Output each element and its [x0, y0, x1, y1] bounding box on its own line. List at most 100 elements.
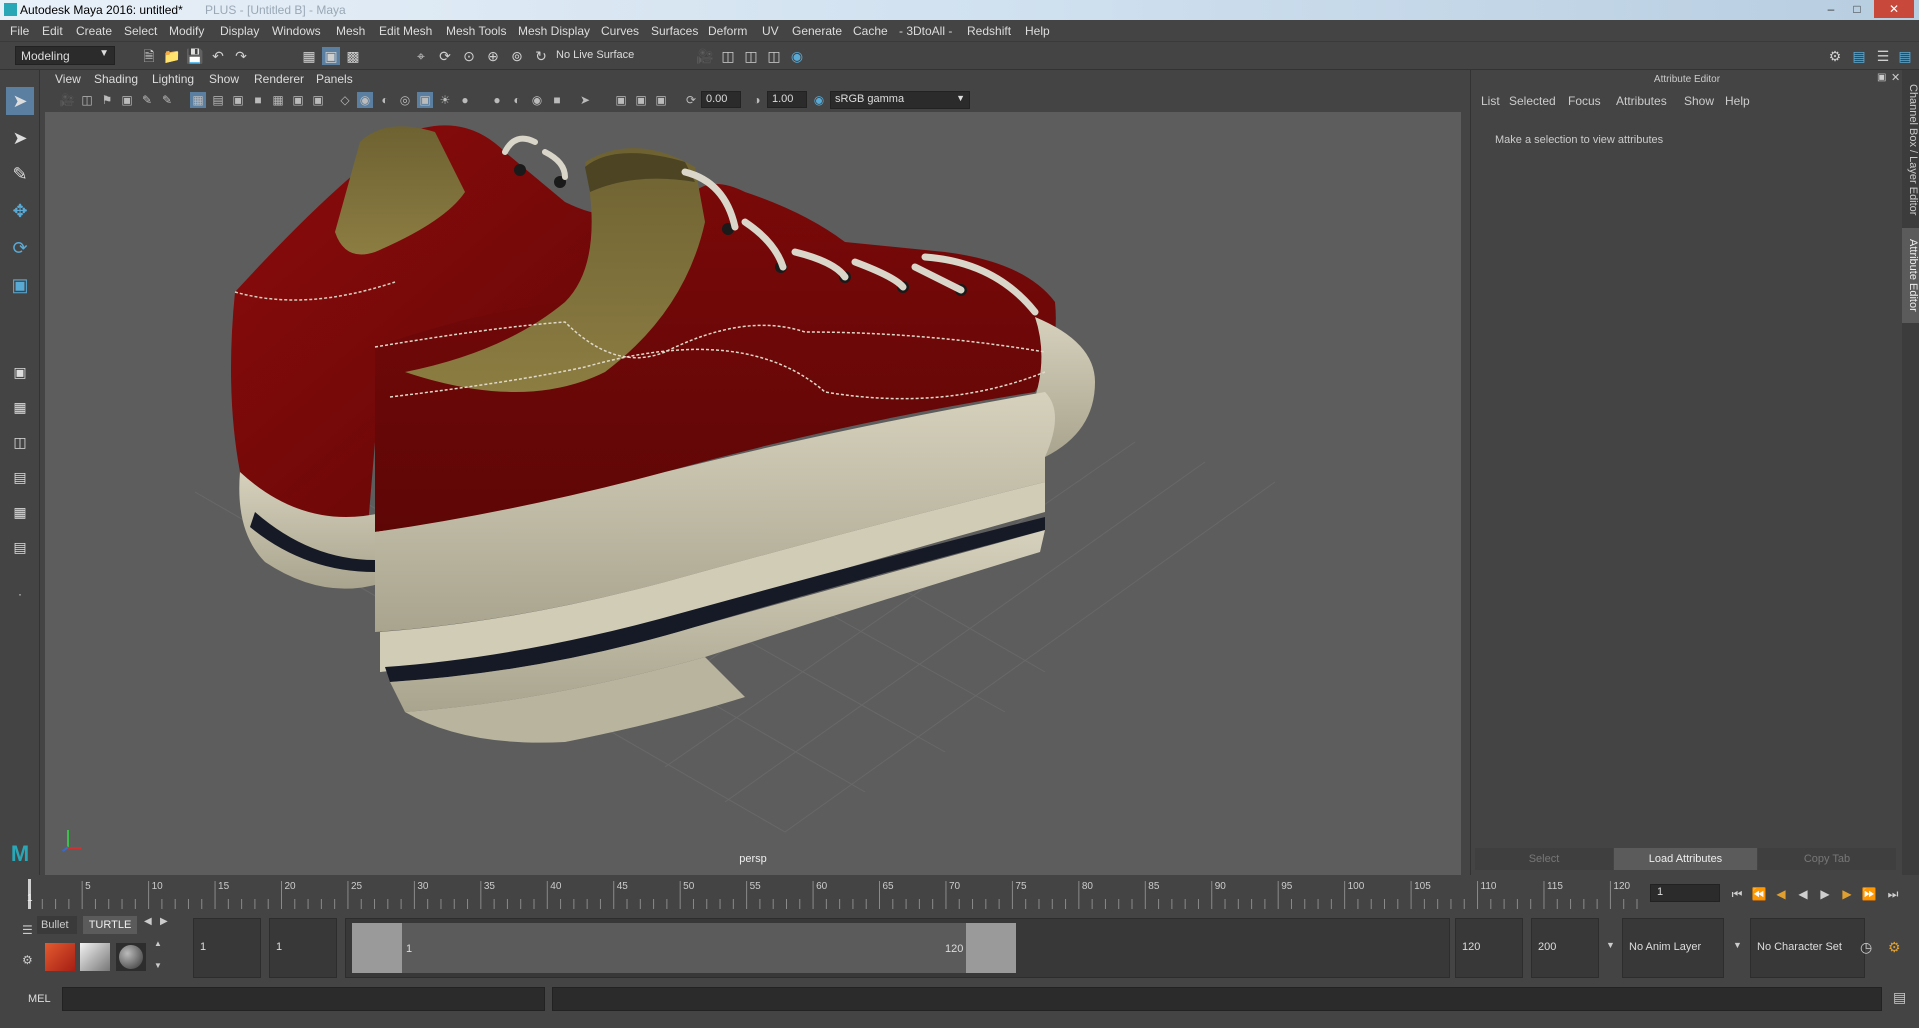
- shelf-menu-icon[interactable]: ☰: [22, 923, 33, 937]
- viewport-menu-show[interactable]: Show: [209, 72, 239, 86]
- auto-key-icon[interactable]: ◷: [1860, 939, 1872, 956]
- menu-display[interactable]: Display: [220, 24, 259, 38]
- persp-outliner-icon[interactable]: ◫: [6, 428, 34, 456]
- gate-mask-icon[interactable]: ■: [250, 92, 266, 108]
- gamma-icon[interactable]: ◑: [749, 92, 765, 108]
- animation-prefs-icon[interactable]: ⚙: [1888, 939, 1901, 956]
- snap-grid-icon[interactable]: ⌖: [412, 47, 430, 65]
- render-view-icon[interactable]: ◫: [719, 47, 737, 65]
- resolution-icon[interactable]: ▣: [653, 92, 669, 108]
- shadows-icon[interactable]: ☀: [437, 92, 453, 108]
- turtle-render-icon[interactable]: [45, 943, 75, 971]
- color-management-icon[interactable]: ◉: [811, 92, 827, 108]
- xray-components-icon[interactable]: ▣: [633, 92, 649, 108]
- grid-toggle-icon[interactable]: ▦: [190, 92, 206, 108]
- camera-select-icon[interactable]: 🎥: [59, 92, 75, 108]
- motion-blur-icon[interactable]: ●: [489, 92, 505, 108]
- menu-cache[interactable]: Cache: [853, 24, 888, 38]
- viewport-menu-shading[interactable]: Shading: [94, 72, 138, 86]
- close-button[interactable]: ✕: [1874, 0, 1914, 18]
- attr-menu-help[interactable]: Help: [1725, 94, 1750, 108]
- wireframe-on-shaded-icon[interactable]: ◐: [377, 92, 393, 108]
- step-forward-key-icon[interactable]: ⏩: [1860, 885, 1878, 903]
- current-frame-field[interactable]: 1: [1650, 884, 1720, 902]
- single-perspective-icon[interactable]: ▣: [6, 358, 34, 386]
- go-to-start-icon[interactable]: ⏮: [1728, 885, 1746, 903]
- menu-mesh-display[interactable]: Mesh Display: [518, 24, 590, 38]
- close-panel-icon[interactable]: ✕: [1891, 71, 1900, 84]
- menu-deform[interactable]: Deform: [708, 24, 747, 38]
- time-ruler[interactable]: 5 10 15 20 25 30 35 40 45 50 55 60 65 70 75 80 85 90 95 100…: [25, 875, 1665, 911]
- time-slider[interactable]: 5 10 15 20 25 30 35 40 45 50 55 60 65 70 75 80 85 90 95 100…: [0, 875, 1919, 913]
- menu-mesh[interactable]: Mesh: [336, 24, 365, 38]
- rotate-tool-icon[interactable]: ⟳: [6, 234, 34, 262]
- layout-toggle-icon[interactable]: ▤: [1850, 47, 1868, 65]
- anim-layer-selector[interactable]: No Anim Layer: [1622, 918, 1724, 978]
- shelf-up-icon[interactable]: ▲: [154, 939, 162, 948]
- attr-select-button[interactable]: Select: [1475, 848, 1613, 870]
- hypershade-icon[interactable]: ◉: [788, 47, 806, 65]
- lasso-tool-icon[interactable]: ➤: [6, 124, 34, 152]
- snap-point-icon[interactable]: ⊙: [460, 47, 478, 65]
- textured-icon[interactable]: ◎: [397, 92, 413, 108]
- menu-create[interactable]: Create: [76, 24, 112, 38]
- snap-curve-icon[interactable]: ⟳: [436, 47, 454, 65]
- menu-help[interactable]: Help: [1025, 24, 1050, 38]
- grease-pencil-icon[interactable]: ✎: [159, 92, 175, 108]
- persp-hypershade-icon[interactable]: ▦: [6, 498, 34, 526]
- xray-joints-icon[interactable]: ▣: [613, 92, 629, 108]
- range-handle[interactable]: 1 120: [352, 923, 1016, 973]
- snap-surface-icon[interactable]: ⊚: [508, 47, 526, 65]
- exposure-icon[interactable]: ⟳: [683, 92, 699, 108]
- exposure-field[interactable]: 0.00: [701, 91, 741, 108]
- tab-attribute-editor[interactable]: Attribute Editor: [1902, 228, 1919, 323]
- depth-of-field-icon[interactable]: ◉: [529, 92, 545, 108]
- redo-icon[interactable]: ↷: [232, 47, 250, 65]
- script-editor-icon[interactable]: ▤: [1893, 989, 1906, 1006]
- multisample-icon[interactable]: ◐: [509, 92, 525, 108]
- maximize-button[interactable]: □: [1844, 0, 1870, 18]
- custom-layout-icon[interactable]: ·: [6, 580, 34, 608]
- command-input[interactable]: [62, 987, 545, 1011]
- snap-view-icon[interactable]: ⊕: [484, 47, 502, 65]
- gamma-field[interactable]: 1.00: [767, 91, 807, 108]
- turtle-sphere-icon[interactable]: [116, 943, 146, 971]
- minimize-button[interactable]: –: [1818, 0, 1844, 18]
- scene-start-field[interactable]: 1: [193, 918, 261, 978]
- chevron-down-icon[interactable]: ▼: [1606, 940, 1615, 950]
- isolate-select-icon[interactable]: ■: [549, 92, 565, 108]
- render-settings-icon[interactable]: ◫: [765, 47, 783, 65]
- select-objects-icon[interactable]: ▣: [322, 47, 340, 65]
- wireframe-icon[interactable]: ◇: [337, 92, 353, 108]
- step-forward-frame-icon[interactable]: ▶: [1838, 885, 1856, 903]
- go-to-end-icon[interactable]: ⏭: [1884, 885, 1902, 903]
- playback-end-field[interactable]: 120: [1455, 918, 1523, 978]
- shelf-tab-bullet[interactable]: Bullet: [37, 916, 77, 934]
- select-hierarchy-icon[interactable]: ▦: [300, 47, 318, 65]
- step-back-key-icon[interactable]: ⏪: [1750, 885, 1768, 903]
- attr-menu-list[interactable]: List: [1481, 94, 1500, 108]
- undo-icon[interactable]: ↶: [209, 47, 227, 65]
- mode-selector[interactable]: Modeling ▼: [15, 46, 115, 65]
- paint-select-icon[interactable]: ✎: [6, 160, 34, 188]
- shelf-settings-icon[interactable]: ⚙: [22, 953, 33, 967]
- attr-load-attributes-button[interactable]: Load Attributes: [1614, 848, 1757, 870]
- four-view-icon[interactable]: ▦: [6, 393, 34, 421]
- shelf-down-icon[interactable]: ▼: [154, 961, 162, 970]
- smooth-shade-icon[interactable]: ◉: [357, 92, 373, 108]
- tool-settings-toggle-icon[interactable]: ☰: [1874, 47, 1892, 65]
- select-components-icon[interactable]: ▩: [344, 47, 362, 65]
- safe-title-icon[interactable]: ▣: [310, 92, 326, 108]
- menu-edit[interactable]: Edit: [42, 24, 63, 38]
- shelf-scroll-right-icon[interactable]: ▶: [160, 916, 168, 927]
- turtle-bake-icon[interactable]: [80, 943, 110, 971]
- move-tool-icon[interactable]: ✥: [6, 197, 34, 225]
- chevron-down-icon[interactable]: ▼: [1733, 940, 1742, 950]
- safe-action-icon[interactable]: ▣: [290, 92, 306, 108]
- menu-select[interactable]: Select: [124, 24, 157, 38]
- menu-redshift[interactable]: Redshift: [967, 24, 1011, 38]
- float-panel-icon[interactable]: ▣: [1877, 72, 1886, 83]
- menu-3dtoall[interactable]: - 3DtoAll -: [899, 24, 952, 38]
- save-scene-icon[interactable]: 💾: [186, 47, 204, 65]
- viewport-menu-renderer[interactable]: Renderer: [254, 72, 304, 86]
